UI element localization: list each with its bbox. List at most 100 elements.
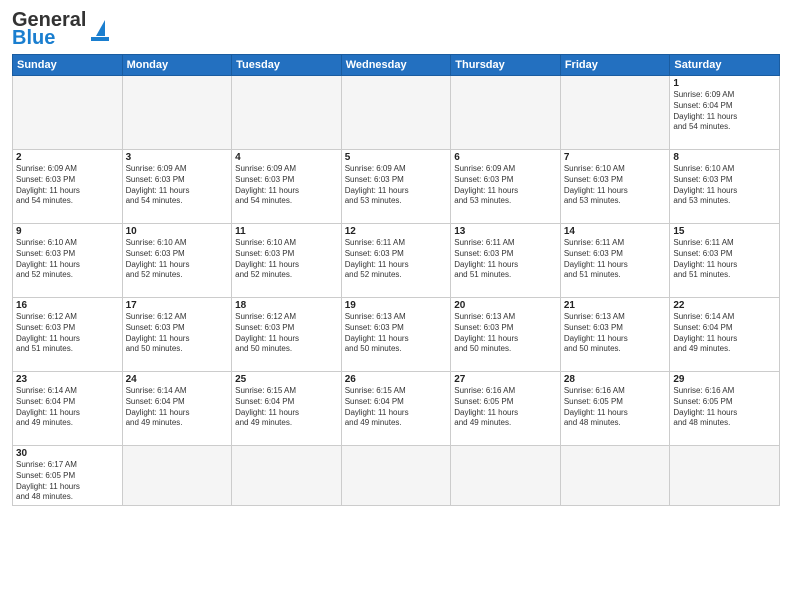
weekday-header-saturday: Saturday: [670, 55, 780, 76]
day-info: Sunrise: 6:10 AM Sunset: 6:03 PM Dayligh…: [564, 164, 667, 207]
day-number: 19: [345, 300, 448, 311]
day-number: 17: [126, 300, 229, 311]
day-number: 3: [126, 152, 229, 163]
day-cell: 27Sunrise: 6:16 AM Sunset: 6:05 PM Dayli…: [451, 372, 561, 446]
logo-icon: General Blue: [12, 10, 109, 48]
day-number: 2: [16, 152, 119, 163]
weekday-header-thursday: Thursday: [451, 55, 561, 76]
day-number: 4: [235, 152, 338, 163]
weekday-header-monday: Monday: [122, 55, 232, 76]
weekday-header-wednesday: Wednesday: [341, 55, 451, 76]
day-cell: 16Sunrise: 6:12 AM Sunset: 6:03 PM Dayli…: [13, 298, 123, 372]
day-number: 25: [235, 374, 338, 385]
day-cell: 18Sunrise: 6:12 AM Sunset: 6:03 PM Dayli…: [232, 298, 342, 372]
weekday-header-friday: Friday: [560, 55, 670, 76]
day-info: Sunrise: 6:13 AM Sunset: 6:03 PM Dayligh…: [564, 312, 667, 355]
day-cell: 7Sunrise: 6:10 AM Sunset: 6:03 PM Daylig…: [560, 150, 670, 224]
day-number: 30: [16, 448, 119, 459]
day-info: Sunrise: 6:09 AM Sunset: 6:03 PM Dayligh…: [454, 164, 557, 207]
day-number: 27: [454, 374, 557, 385]
day-cell: 6Sunrise: 6:09 AM Sunset: 6:03 PM Daylig…: [451, 150, 561, 224]
day-cell: 17Sunrise: 6:12 AM Sunset: 6:03 PM Dayli…: [122, 298, 232, 372]
day-info: Sunrise: 6:11 AM Sunset: 6:03 PM Dayligh…: [564, 238, 667, 281]
day-cell: [560, 446, 670, 506]
day-number: 21: [564, 300, 667, 311]
day-info: Sunrise: 6:09 AM Sunset: 6:03 PM Dayligh…: [345, 164, 448, 207]
day-number: 13: [454, 226, 557, 237]
day-cell: [341, 76, 451, 150]
day-cell: [451, 446, 561, 506]
day-cell: 29Sunrise: 6:16 AM Sunset: 6:05 PM Dayli…: [670, 372, 780, 446]
day-cell: 10Sunrise: 6:10 AM Sunset: 6:03 PM Dayli…: [122, 224, 232, 298]
day-info: Sunrise: 6:15 AM Sunset: 6:04 PM Dayligh…: [345, 386, 448, 429]
day-number: 26: [345, 374, 448, 385]
day-cell: 15Sunrise: 6:11 AM Sunset: 6:03 PM Dayli…: [670, 224, 780, 298]
day-number: 11: [235, 226, 338, 237]
day-info: Sunrise: 6:17 AM Sunset: 6:05 PM Dayligh…: [16, 460, 119, 503]
header: General Blue: [12, 10, 780, 48]
day-number: 28: [564, 374, 667, 385]
day-info: Sunrise: 6:10 AM Sunset: 6:03 PM Dayligh…: [126, 238, 229, 281]
day-cell: 20Sunrise: 6:13 AM Sunset: 6:03 PM Dayli…: [451, 298, 561, 372]
day-number: 12: [345, 226, 448, 237]
day-cell: [122, 76, 232, 150]
week-row-3: 9 Sunrise: 6:10 AM Sunset: 6:03 PM Daylig…: [13, 224, 780, 298]
day-number: 22: [673, 300, 776, 311]
day-cell: 23Sunrise: 6:14 AM Sunset: 6:04 PM Dayli…: [13, 372, 123, 446]
day-cell: 25Sunrise: 6:15 AM Sunset: 6:04 PM Dayli…: [232, 372, 342, 446]
week-row-2: 2 Sunrise: 6:09 AM Sunset: 6:03 PM Daylig…: [13, 150, 780, 224]
day-info: Sunrise: 6:11 AM Sunset: 6:03 PM Dayligh…: [673, 238, 776, 281]
day-cell: 19Sunrise: 6:13 AM Sunset: 6:03 PM Dayli…: [341, 298, 451, 372]
day-cell: [341, 446, 451, 506]
day-cell: 26Sunrise: 6:15 AM Sunset: 6:04 PM Dayli…: [341, 372, 451, 446]
day-info: Sunrise: 6:09 AM Sunset: 6:03 PM Dayligh…: [235, 164, 338, 207]
week-row-5: 23Sunrise: 6:14 AM Sunset: 6:04 PM Dayli…: [13, 372, 780, 446]
day-cell: 12Sunrise: 6:11 AM Sunset: 6:03 PM Dayli…: [341, 224, 451, 298]
day-number: 7: [564, 152, 667, 163]
day-cell: 9Sunrise: 6:10 AM Sunset: 6:03 PM Daylig…: [13, 224, 123, 298]
day-info: Sunrise: 6:09 AM Sunset: 6:03 PM Dayligh…: [126, 164, 229, 207]
day-number: 16: [16, 300, 119, 311]
day-number: 15: [673, 226, 776, 237]
day-number: 5: [345, 152, 448, 163]
day-cell: 1Sunrise: 6:09 AM Sunset: 6:04 PM Daylig…: [670, 76, 780, 150]
day-cell: 8Sunrise: 6:10 AM Sunset: 6:03 PM Daylig…: [670, 150, 780, 224]
day-info: Sunrise: 6:09 AM Sunset: 6:04 PM Dayligh…: [673, 90, 776, 133]
day-number: 14: [564, 226, 667, 237]
day-number: 9: [16, 226, 119, 237]
day-info: Sunrise: 6:16 AM Sunset: 6:05 PM Dayligh…: [673, 386, 776, 429]
week-row-4: 16Sunrise: 6:12 AM Sunset: 6:03 PM Dayli…: [13, 298, 780, 372]
day-info: Sunrise: 6:12 AM Sunset: 6:03 PM Dayligh…: [16, 312, 119, 355]
day-info: Sunrise: 6:16 AM Sunset: 6:05 PM Dayligh…: [454, 386, 557, 429]
day-number: 10: [126, 226, 229, 237]
day-number: 24: [126, 374, 229, 385]
day-info: Sunrise: 6:12 AM Sunset: 6:03 PM Dayligh…: [126, 312, 229, 355]
page: General Blue SundayMondayTuesdayWednesda…: [0, 0, 792, 612]
day-number: 20: [454, 300, 557, 311]
day-info: Sunrise: 6:14 AM Sunset: 6:04 PM Dayligh…: [16, 386, 119, 429]
week-row-6: 30Sunrise: 6:17 AM Sunset: 6:05 PM Dayli…: [13, 446, 780, 506]
day-cell: [13, 76, 123, 150]
day-cell: 22Sunrise: 6:14 AM Sunset: 6:04 PM Dayli…: [670, 298, 780, 372]
day-info: Sunrise: 6:10 AM Sunset: 6:03 PM Dayligh…: [673, 164, 776, 207]
weekday-header-sunday: Sunday: [13, 55, 123, 76]
logo-blue: Blue: [12, 28, 55, 48]
day-number: 1: [673, 78, 776, 89]
day-cell: 5Sunrise: 6:09 AM Sunset: 6:03 PM Daylig…: [341, 150, 451, 224]
day-info: Sunrise: 6:13 AM Sunset: 6:03 PM Dayligh…: [454, 312, 557, 355]
day-cell: 4Sunrise: 6:09 AM Sunset: 6:03 PM Daylig…: [232, 150, 342, 224]
day-cell: 2Sunrise: 6:09 AM Sunset: 6:03 PM Daylig…: [13, 150, 123, 224]
day-number: 23: [16, 374, 119, 385]
day-number: 29: [673, 374, 776, 385]
weekday-header-tuesday: Tuesday: [232, 55, 342, 76]
day-number: 18: [235, 300, 338, 311]
day-info: Sunrise: 6:15 AM Sunset: 6:04 PM Dayligh…: [235, 386, 338, 429]
week-row-1: 1Sunrise: 6:09 AM Sunset: 6:04 PM Daylig…: [13, 76, 780, 150]
day-cell: 24Sunrise: 6:14 AM Sunset: 6:04 PM Dayli…: [122, 372, 232, 446]
day-info: Sunrise: 6:13 AM Sunset: 6:03 PM Dayligh…: [345, 312, 448, 355]
day-cell: 11Sunrise: 6:10 AM Sunset: 6:03 PM Dayli…: [232, 224, 342, 298]
day-cell: 28Sunrise: 6:16 AM Sunset: 6:05 PM Dayli…: [560, 372, 670, 446]
day-info: Sunrise: 6:16 AM Sunset: 6:05 PM Dayligh…: [564, 386, 667, 429]
day-info: Sunrise: 6:11 AM Sunset: 6:03 PM Dayligh…: [454, 238, 557, 281]
day-cell: 13Sunrise: 6:11 AM Sunset: 6:03 PM Dayli…: [451, 224, 561, 298]
